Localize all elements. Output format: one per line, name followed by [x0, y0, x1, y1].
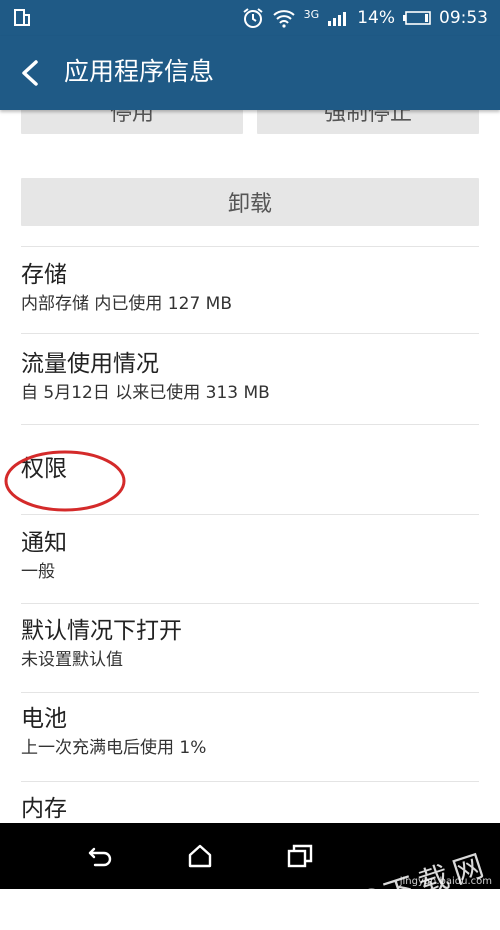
item-subtitle: 自 5月12日 以来已使用 313 MB [21, 383, 270, 403]
action-button-row: 停用 强制停止 [21, 110, 479, 134]
item-subtitle: 内部存储 内已使用 127 MB [21, 294, 232, 314]
network-type-label: 3G [303, 7, 320, 21]
navigation-bar: PC下载网 jingyan.baidu.com [0, 823, 500, 929]
list-item-memory[interactable]: 内存 [21, 794, 479, 823]
force-stop-button[interactable]: 强制停止 [257, 110, 479, 134]
item-title: 默认情况下打开 [21, 618, 182, 644]
list-item-battery[interactable]: 电池 上一次充满电后使用 1% [21, 704, 479, 782]
back-nav-icon[interactable] [85, 841, 115, 871]
status-bar: 3G 14% 09:53 [0, 0, 500, 36]
back-arrow-icon[interactable] [16, 58, 46, 88]
item-title: 通知 [21, 530, 67, 556]
app-info-content[interactable]: 停用 强制停止 卸载 存储 内部存储 内已使用 127 MB 流量使用情况 自 … [0, 110, 500, 823]
page-title: 应用程序信息 [64, 57, 215, 86]
item-title: 内存 [21, 796, 67, 822]
list-item-notifications[interactable]: 通知 一般 [21, 528, 479, 604]
divider [21, 246, 479, 247]
item-subtitle: 一般 [21, 562, 55, 582]
item-title: 流量使用情况 [21, 351, 159, 377]
home-nav-icon[interactable] [185, 841, 215, 871]
battery-icon [403, 11, 431, 25]
highlight-circle [4, 450, 126, 512]
list-item-open-by-default[interactable]: 默认情况下打开 未设置默认值 [21, 616, 479, 693]
item-title: 电池 [21, 706, 67, 732]
list-item-data-usage[interactable]: 流量使用情况 自 5月12日 以来已使用 313 MB [21, 349, 479, 425]
app-bar: 应用程序信息 [0, 36, 500, 110]
uninstall-button[interactable]: 卸载 [21, 178, 479, 226]
signal-icon [328, 12, 347, 26]
battery-percent: 14% [357, 8, 395, 28]
screen-mirror-icon [14, 9, 30, 26]
item-subtitle: 未设置默认值 [21, 650, 123, 670]
wifi-icon [273, 10, 295, 28]
list-item-storage[interactable]: 存储 内部存储 内已使用 127 MB [21, 260, 479, 334]
disable-button[interactable]: 停用 [21, 110, 243, 134]
watermark-subtext: jingyan.baidu.com [399, 876, 492, 887]
item-title: 存储 [21, 262, 67, 288]
alarm-icon [243, 8, 263, 28]
recent-apps-icon[interactable] [285, 841, 315, 871]
clock: 09:53 [439, 8, 488, 28]
item-subtitle: 上一次充满电后使用 1% [21, 738, 207, 758]
